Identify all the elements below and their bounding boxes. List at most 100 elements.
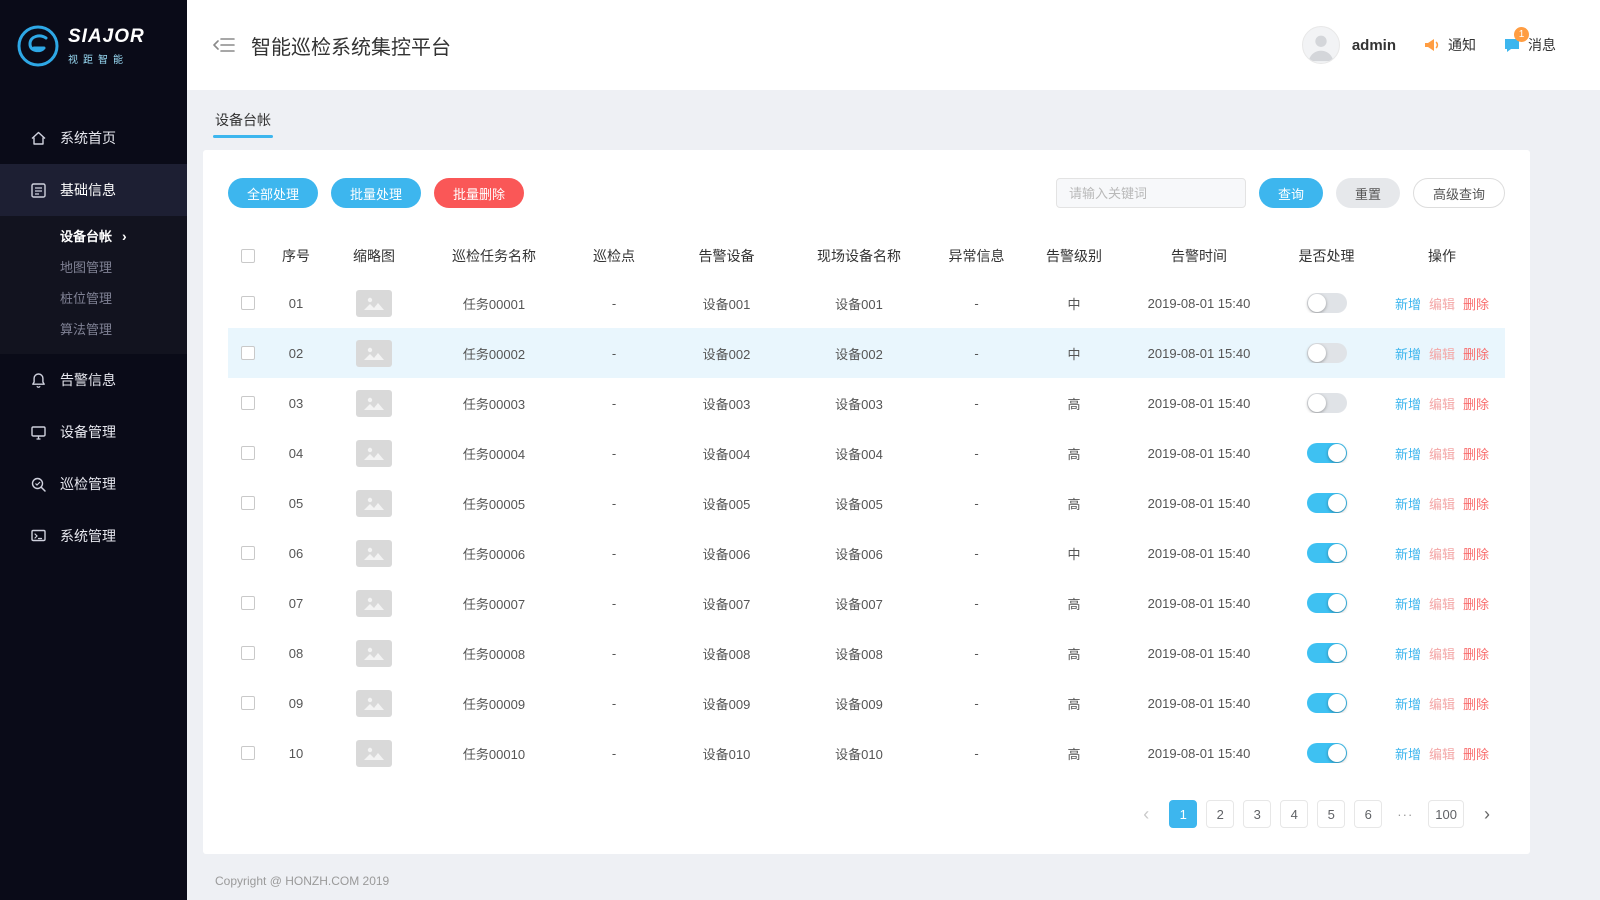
thumbnail-image[interactable] xyxy=(356,640,392,667)
add-link[interactable]: 新增 xyxy=(1395,544,1421,563)
username-label[interactable]: admin xyxy=(1352,37,1396,54)
pagination-page[interactable]: 4 xyxy=(1280,800,1308,828)
sidebar-item-home[interactable]: 系统首页 xyxy=(0,112,187,164)
thumbnail-image[interactable] xyxy=(356,690,392,717)
select-all-checkbox[interactable] xyxy=(241,249,255,263)
delete-link[interactable]: 删除 xyxy=(1463,744,1489,763)
process-all-button[interactable]: 全部处理 xyxy=(228,178,318,208)
thumbnail-image[interactable] xyxy=(356,290,392,317)
delete-link[interactable]: 删除 xyxy=(1463,344,1489,363)
delete-link[interactable]: 删除 xyxy=(1463,294,1489,313)
notice-action[interactable]: 通知 xyxy=(1422,35,1476,55)
pagination-page[interactable]: 2 xyxy=(1206,800,1234,828)
thumbnail-image[interactable] xyxy=(356,740,392,767)
thumbnail-image[interactable] xyxy=(356,340,392,367)
pagination-page[interactable]: 100 xyxy=(1428,800,1464,828)
footer-copyright: Copyright @ HONZH.COM 2019 xyxy=(203,854,1530,888)
delete-link[interactable]: 删除 xyxy=(1463,494,1489,513)
pagination-page[interactable]: 6 xyxy=(1354,800,1382,828)
add-link[interactable]: 新增 xyxy=(1395,294,1421,313)
thumbnail-image[interactable] xyxy=(356,490,392,517)
delete-link[interactable]: 删除 xyxy=(1463,444,1489,463)
handled-toggle[interactable] xyxy=(1307,293,1347,313)
delete-link[interactable]: 删除 xyxy=(1463,694,1489,713)
pagination-page[interactable]: 5 xyxy=(1317,800,1345,828)
batch-process-button[interactable]: 批量处理 xyxy=(331,178,421,208)
avatar[interactable] xyxy=(1302,26,1340,64)
pagination-next[interactable]: › xyxy=(1473,800,1501,828)
handled-toggle[interactable] xyxy=(1307,743,1347,763)
batch-delete-button[interactable]: 批量删除 xyxy=(434,178,524,208)
add-link[interactable]: 新增 xyxy=(1395,394,1421,413)
edit-link[interactable]: 编辑 xyxy=(1429,394,1455,413)
handled-toggle[interactable] xyxy=(1307,443,1347,463)
sidebar-subitem-pile-management[interactable]: 桩位管理 xyxy=(0,282,187,313)
alarm-time: 2019-08-01 15:40 xyxy=(1124,496,1274,511)
sidebar-item-system-management[interactable]: 系统管理 xyxy=(0,510,187,562)
row-checkbox[interactable] xyxy=(241,346,255,360)
tab-device-ledger[interactable]: 设备台帐 xyxy=(213,102,273,138)
edit-link[interactable]: 编辑 xyxy=(1429,644,1455,663)
handled-toggle[interactable] xyxy=(1307,343,1347,363)
row-checkbox[interactable] xyxy=(241,496,255,510)
edit-link[interactable]: 编辑 xyxy=(1429,744,1455,763)
sidebar-item-device-management[interactable]: 设备管理 xyxy=(0,406,187,458)
pagination-prev[interactable]: ‹ xyxy=(1132,800,1160,828)
row-checkbox[interactable] xyxy=(241,746,255,760)
add-link[interactable]: 新增 xyxy=(1395,744,1421,763)
sidebar-item-inspection-management[interactable]: 巡检管理 xyxy=(0,458,187,510)
add-link[interactable]: 新增 xyxy=(1395,694,1421,713)
add-link[interactable]: 新增 xyxy=(1395,444,1421,463)
sidebar-item-alarm-info[interactable]: 告警信息 xyxy=(0,354,187,406)
thumbnail-image[interactable] xyxy=(356,440,392,467)
handled-toggle[interactable] xyxy=(1307,643,1347,663)
row-checkbox[interactable] xyxy=(241,596,255,610)
delete-link[interactable]: 删除 xyxy=(1463,394,1489,413)
sidebar-subitem-device-ledger[interactable]: 设备台帐 › xyxy=(0,220,187,251)
row-checkbox[interactable] xyxy=(241,296,255,310)
sidebar-subitem-algorithm-management[interactable]: 算法管理 xyxy=(0,313,187,344)
thumbnail-image[interactable] xyxy=(356,390,392,417)
advanced-query-button[interactable]: 高级查询 xyxy=(1413,178,1505,208)
pagination-page[interactable]: 1 xyxy=(1169,800,1197,828)
add-link[interactable]: 新增 xyxy=(1395,594,1421,613)
edit-link[interactable]: 编辑 xyxy=(1429,594,1455,613)
edit-link[interactable]: 编辑 xyxy=(1429,694,1455,713)
delete-link[interactable]: 删除 xyxy=(1463,644,1489,663)
reset-button[interactable]: 重置 xyxy=(1336,178,1400,208)
row-checkbox[interactable] xyxy=(241,396,255,410)
row-checkbox[interactable] xyxy=(241,546,255,560)
add-link[interactable]: 新增 xyxy=(1395,644,1421,663)
edit-link[interactable]: 编辑 xyxy=(1429,444,1455,463)
pagination-page[interactable]: 3 xyxy=(1243,800,1271,828)
row-checkbox[interactable] xyxy=(241,696,255,710)
handled-toggle[interactable] xyxy=(1307,593,1347,613)
table-row: 02任务00002-设备002设备002-中2019-08-01 15:40新增… xyxy=(228,328,1505,378)
thumbnail-image[interactable] xyxy=(356,590,392,617)
delete-link[interactable]: 删除 xyxy=(1463,544,1489,563)
edit-link[interactable]: 编辑 xyxy=(1429,294,1455,313)
pagination: ‹123456···100› xyxy=(228,800,1505,828)
edit-link[interactable]: 编辑 xyxy=(1429,344,1455,363)
message-action[interactable]: 1 消息 xyxy=(1502,35,1556,55)
row-checkbox[interactable] xyxy=(241,446,255,460)
row-checkbox[interactable] xyxy=(241,646,255,660)
handled-toggle[interactable] xyxy=(1307,543,1347,563)
thumbnail-image[interactable] xyxy=(356,540,392,567)
column-header: 是否处理 xyxy=(1274,246,1379,266)
handled-toggle[interactable] xyxy=(1307,493,1347,513)
handled-toggle[interactable] xyxy=(1307,393,1347,413)
handled-toggle[interactable] xyxy=(1307,693,1347,713)
row-index: 01 xyxy=(268,296,324,311)
add-link[interactable]: 新增 xyxy=(1395,344,1421,363)
sidebar-subitem-map-management[interactable]: 地图管理 xyxy=(0,251,187,282)
edit-link[interactable]: 编辑 xyxy=(1429,494,1455,513)
edit-link[interactable]: 编辑 xyxy=(1429,544,1455,563)
search-input[interactable] xyxy=(1056,178,1246,208)
add-link[interactable]: 新增 xyxy=(1395,494,1421,513)
sidebar-collapse-icon[interactable] xyxy=(213,37,235,53)
delete-link[interactable]: 删除 xyxy=(1463,594,1489,613)
query-button[interactable]: 查询 xyxy=(1259,178,1323,208)
sidebar-item-basic-info[interactable]: 基础信息 xyxy=(0,164,187,216)
toggle-knob xyxy=(1328,744,1346,762)
